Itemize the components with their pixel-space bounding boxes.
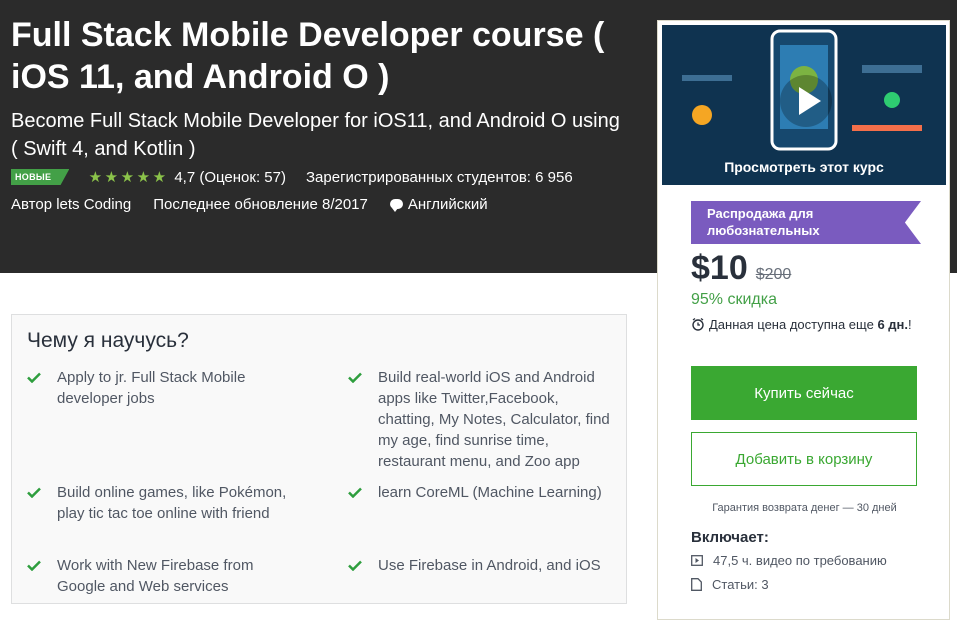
course-stats: НОВЫЕ ★ ★ ★ ★ ★ 4,7 (Оценок: 57) Зарегис… (11, 166, 573, 188)
course-language: Английский (407, 195, 488, 213)
course-title: Full Stack Mobile Developer course ( iOS… (11, 16, 605, 96)
author-link[interactable]: Автор lets Coding (11, 196, 131, 213)
check-icon (348, 482, 378, 503)
add-to-cart-button[interactable]: Добавить в корзину (691, 432, 917, 486)
rating-stars: ★ ★ ★ ★ ★ (87, 168, 167, 186)
new-badge: НОВЫЕ (11, 169, 70, 185)
learn-item: Build online games, like Pokémon, play t… (27, 482, 297, 524)
timer-suffix: ! (908, 317, 912, 332)
star-icon: ★ (136, 169, 151, 186)
course-subtitle: Become Full Stack Mobile Developer for i… (11, 110, 620, 160)
original-price: $200 (755, 266, 792, 283)
price-timer: Данная цена доступна еще 6 дн.! (691, 315, 931, 335)
students-count: Зарегистрированных студентов: 6 956 (305, 168, 573, 186)
course-info: Автор lets Coding Последнее обновление 8… (11, 193, 488, 215)
star-icon: ★ (88, 169, 103, 186)
check-icon (348, 367, 378, 472)
learn-item: Build real-world iOS and Android apps li… (348, 367, 618, 472)
learn-item: learn CoreML (Machine Learning) (348, 482, 618, 503)
last-updated: Последнее обновление 8/2017 (153, 195, 368, 213)
half-star-icon: ★ (152, 169, 167, 186)
document-icon (691, 578, 702, 591)
buy-now-button[interactable]: Купить сейчас (691, 366, 917, 420)
learn-item: Work with New Firebase from Google and W… (27, 555, 297, 597)
alarm-clock-icon (692, 317, 704, 331)
price-block: $10 $200 (691, 249, 791, 288)
what-you-will-learn: Чему я научусь? Apply to jr. Full Stack … (11, 314, 627, 604)
current-price: $10 (691, 249, 748, 287)
money-back-guarantee: Гарантия возврата денег — 30 дней (712, 502, 897, 514)
includes-item: 47,5 ч. видео по требованию (691, 553, 887, 568)
check-icon (348, 555, 378, 576)
course-preview[interactable]: Просмотреть этот курс (662, 25, 946, 185)
video-icon (691, 555, 703, 566)
includes-item: Статьи: 3 (691, 577, 769, 592)
check-icon (27, 367, 57, 409)
check-icon (27, 555, 57, 597)
speech-bubble-icon (389, 199, 403, 212)
preview-label[interactable]: Просмотреть этот курс (662, 159, 946, 175)
includes-heading: Включает: (691, 529, 769, 546)
learn-item: Apply to jr. Full Stack Mobile developer… (27, 367, 297, 409)
timer-text: Данная цена доступна еще (709, 317, 874, 332)
sale-banner: Распродажа для любознательных (691, 201, 921, 244)
rating-text[interactable]: 4,7 (Оценок: 57) (174, 169, 286, 186)
star-icon: ★ (120, 169, 135, 186)
discount-label: 95% скидка (691, 291, 777, 308)
learn-item: Use Firebase in Android, and iOS (348, 555, 618, 576)
timer-days: 6 дн. (877, 317, 908, 332)
check-icon (27, 482, 57, 524)
play-icon[interactable] (780, 75, 832, 127)
purchase-sidebar: Просмотреть этот курс Распродажа для люб… (657, 20, 950, 620)
star-icon: ★ (104, 169, 119, 186)
learn-heading: Чему я научусь? (27, 329, 189, 352)
